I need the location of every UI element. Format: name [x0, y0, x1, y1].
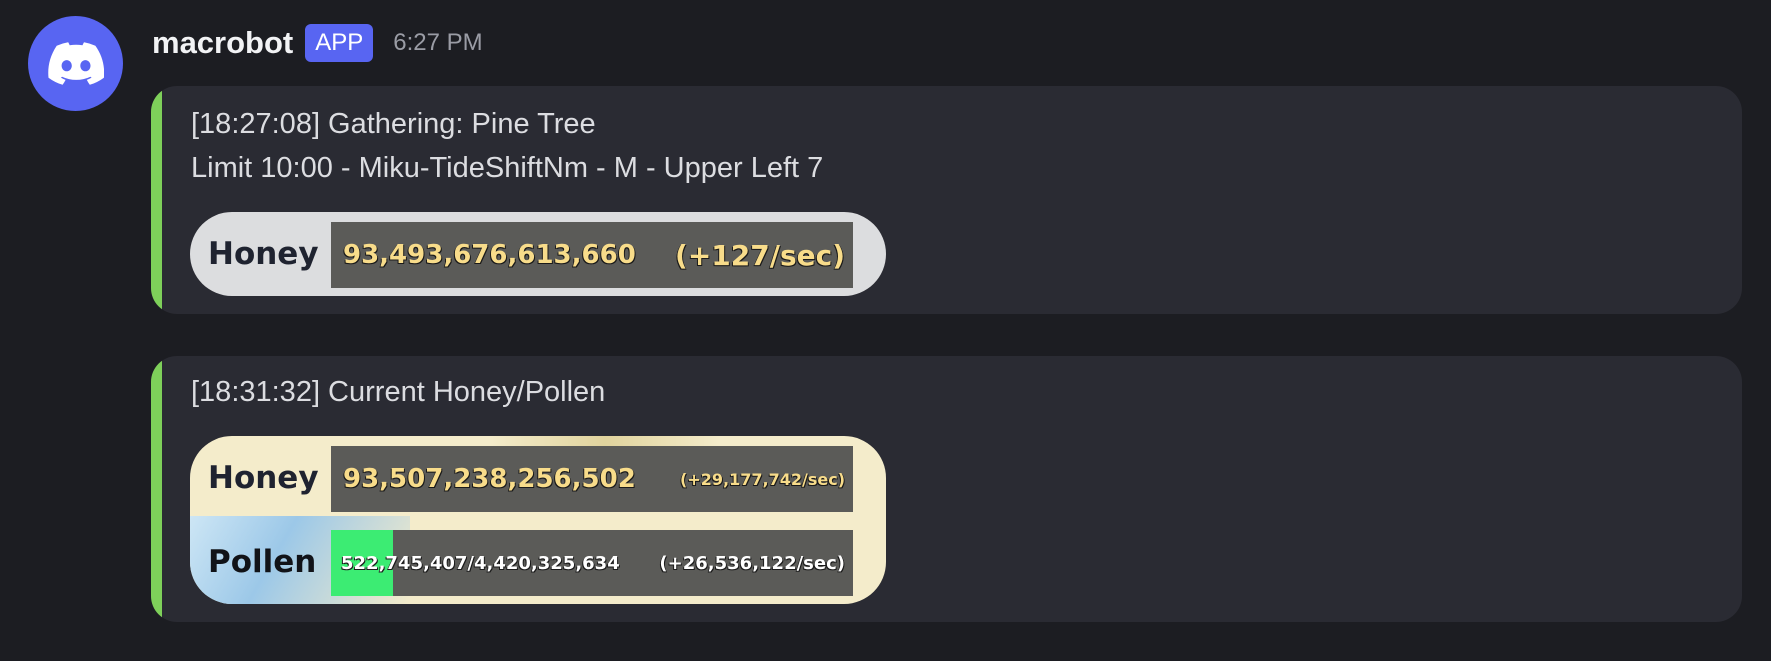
- avatar[interactable]: [28, 16, 123, 111]
- honey-row: Honey 93,507,238,256,502 (+29,177,742/se…: [190, 436, 886, 520]
- pollen-label: Pollen: [208, 544, 317, 580]
- app-badge: APP: [305, 24, 374, 62]
- honey-value: 93,493,676,613,660: [343, 240, 636, 270]
- embed-line: [18:31:32] Current Honey/Pollen: [191, 376, 606, 408]
- embed-line: Limit 10:00 - Miku-TideShiftNm - M - Upp…: [191, 152, 824, 184]
- embed-line: [18:27:08] Gathering: Pine Tree: [191, 108, 596, 140]
- honey-row: Honey 93,493,676,613,660 (+127/sec): [190, 212, 886, 296]
- pollen-row: Pollen 522,745,407/4,420,325,634 (+26,53…: [190, 520, 886, 604]
- chat-message: macrobot APP 6:27 PM [18:27:08] Gatherin…: [0, 0, 1771, 661]
- embed-accent-bar: [151, 86, 162, 314]
- honey-value: 93,507,238,256,502: [343, 464, 636, 494]
- embed-image[interactable]: Honey 93,493,676,613,660 (+127/sec): [190, 212, 886, 296]
- honey-rate: (+127/sec): [675, 238, 845, 272]
- discord-logo-icon: [47, 41, 104, 85]
- embed-gathering: [18:27:08] Gathering: Pine Tree Limit 10…: [151, 86, 1742, 314]
- username[interactable]: macrobot: [152, 25, 293, 61]
- pollen-value: 522,745,407/4,420,325,634: [341, 552, 620, 574]
- honey-label: Honey: [208, 460, 319, 496]
- timestamp[interactable]: 6:27 PM: [393, 29, 482, 57]
- honey-panel: 93,507,238,256,502 (+29,177,742/sec): [331, 446, 853, 512]
- honey-panel: 93,493,676,613,660 (+127/sec): [331, 222, 853, 288]
- honey-rate: (+29,177,742/sec): [680, 469, 845, 489]
- embed-current-honey-pollen: [18:31:32] Current Honey/Pollen Honey 93…: [151, 356, 1742, 622]
- honey-label: Honey: [208, 236, 319, 272]
- pollen-panel: 522,745,407/4,420,325,634 (+26,536,122/s…: [331, 530, 853, 596]
- embed-image[interactable]: Honey 93,507,238,256,502 (+29,177,742/se…: [190, 436, 886, 604]
- message-header: macrobot APP 6:27 PM: [152, 22, 483, 64]
- pollen-rate: (+26,536,122/sec): [659, 552, 845, 574]
- embed-accent-bar: [151, 356, 162, 622]
